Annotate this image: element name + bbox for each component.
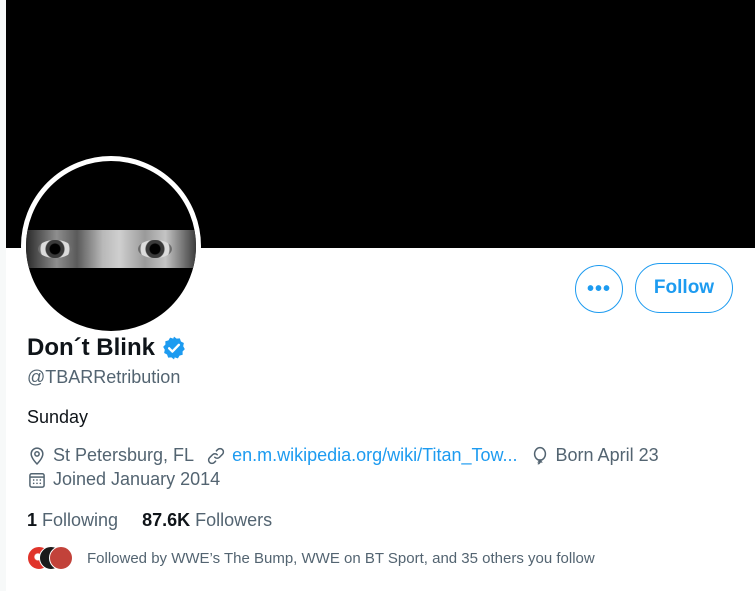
- follow-button[interactable]: Follow: [635, 263, 733, 313]
- followers-count: 87.6K: [142, 510, 191, 530]
- following-label: Following: [42, 510, 119, 530]
- location-text: St Petersburg, FL: [53, 445, 195, 465]
- joined-text: Joined January 2014: [53, 469, 221, 489]
- location-icon: [30, 446, 44, 465]
- profile-avatar[interactable]: [21, 156, 201, 336]
- birthday-text: Born April 23: [555, 445, 659, 465]
- followed-by-row[interactable]: Followed by WWE’s The Bump, WWE on BT Sp…: [27, 546, 595, 570]
- followers-stat[interactable]: 87.6K Followers: [142, 510, 272, 531]
- profile-stats: 1 Following 87.6K Followers: [27, 510, 296, 531]
- calendar-icon: [29, 472, 45, 488]
- followers-label: Followers: [195, 510, 273, 530]
- avatar-left-eye: [38, 240, 72, 258]
- location-item: St Petersburg, FL: [27, 445, 194, 466]
- website-item[interactable]: en.m.wikipedia.org/wiki/Titan_Tow...: [206, 445, 518, 466]
- birthday-item: Born April 23: [530, 445, 659, 466]
- link-icon: [207, 447, 225, 464]
- profile-bio: Sunday: [27, 407, 89, 427]
- avatar-eye-strip: [26, 230, 196, 268]
- balloon-icon: [533, 446, 546, 465]
- joined-item: Joined January 2014: [27, 469, 220, 490]
- display-name: Don´t Blink: [27, 334, 155, 361]
- followed-by-avatars: [27, 546, 75, 570]
- more-icon: •••: [586, 277, 611, 300]
- avatar-right-eye: [138, 240, 172, 258]
- verified-badge-icon[interactable]: [161, 335, 187, 361]
- followed-by-text: Followed by WWE’s The Bump, WWE on BT Sp…: [87, 549, 595, 567]
- mini-avatar: [49, 546, 73, 570]
- following-stat[interactable]: 1 Following: [27, 510, 118, 531]
- profile-meta-row: St Petersburg, FL en.m.wikipedia.org/wik…: [27, 445, 671, 466]
- more-options-button[interactable]: •••: [575, 265, 623, 313]
- profile-name-row: Don´t Blink: [27, 334, 187, 362]
- profile-handle: @TBARRetribution: [27, 367, 181, 387]
- profile-joined-row: Joined January 2014: [27, 469, 232, 490]
- website-link[interactable]: en.m.wikipedia.org/wiki/Titan_Tow...: [232, 445, 517, 466]
- following-count: 1: [27, 510, 38, 530]
